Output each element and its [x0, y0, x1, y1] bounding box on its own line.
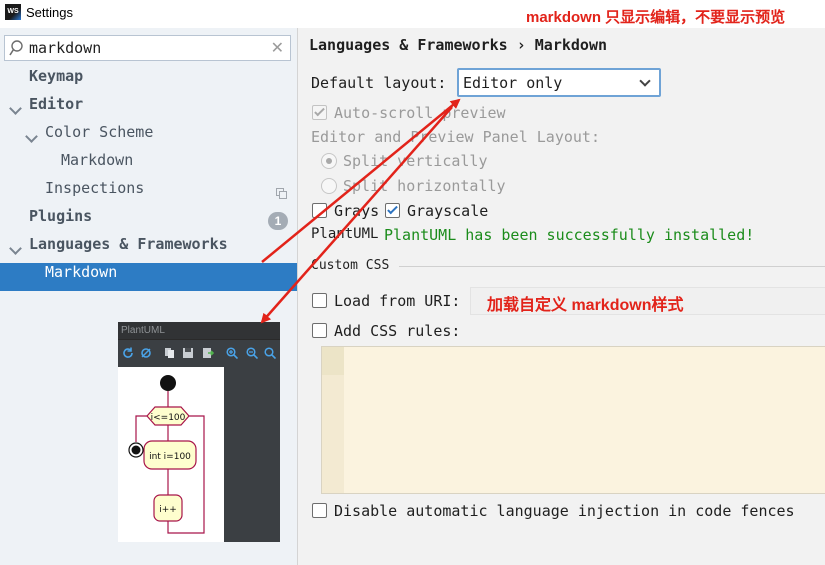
custom-css-heading: Custom CSS: [311, 258, 390, 273]
split-horizontally-label: Split horizontally: [343, 177, 506, 195]
css-rules-editor[interactable]: [321, 346, 825, 494]
sidebar-item-languages-frameworks[interactable]: Languages & Frameworks: [0, 235, 297, 263]
sidebar-item-color-scheme[interactable]: Color Scheme: [0, 123, 297, 151]
sidebar-item-editor[interactable]: Editor: [0, 95, 297, 123]
step-label: i++: [159, 505, 177, 515]
plantuml-label: PlantUML: [311, 226, 379, 242]
disable-injection-label: Disable automatic language injection in …: [334, 502, 795, 520]
preview-header: PlantUML: [118, 322, 280, 340]
clear-search-icon[interactable]: ✕: [271, 38, 284, 57]
markdown-settings-panel: Languages & Frameworks › Markdown Defaul…: [299, 28, 825, 565]
load-from-uri-label: Load from URI:: [334, 292, 461, 310]
decision-label: i<=100: [151, 413, 186, 423]
auto-scroll-label: Auto-scroll preview: [334, 104, 506, 122]
default-layout-value: Editor only: [463, 74, 563, 92]
auto-scroll-checkbox[interactable]: [312, 105, 327, 120]
plantuml-preview-panel: PlantUML i<=100 int i=100 i++: [118, 322, 280, 542]
copy-icon[interactable]: [164, 347, 176, 359]
split-vertically-label: Split vertically: [343, 152, 488, 170]
uri-annotation-note: 加载自定义 markdown样式: [487, 297, 684, 314]
sync-icon[interactable]: [140, 347, 152, 359]
preview-side-area: [224, 367, 280, 542]
plantuml-status: PlantUML has been successfully installed…: [384, 226, 755, 244]
default-layout-label: Default layout:: [311, 74, 447, 92]
plantuml-diagram: i<=100 int i=100 i++: [118, 367, 224, 542]
add-css-rules-checkbox[interactable]: [312, 323, 327, 338]
preview-toolbar: [118, 341, 280, 367]
grays-checkbox[interactable]: [312, 203, 327, 218]
sidebar-item-label: Keymap: [29, 67, 84, 85]
breadcrumb: Languages & Frameworks › Markdown: [309, 36, 608, 54]
split-horizontally-radio[interactable]: [321, 178, 337, 194]
radio-selected-dot: [326, 158, 332, 164]
disable-injection-checkbox[interactable]: [312, 503, 327, 518]
chevron-down-icon[interactable]: [25, 130, 38, 143]
annotation-note: markdown 只显示编辑，不要显示预览: [526, 9, 786, 26]
plugins-count-badge: 1: [268, 212, 288, 230]
save-icon[interactable]: [182, 347, 194, 359]
current-line-highlight: [322, 347, 344, 375]
sidebar-item-inspections[interactable]: Inspections: [0, 179, 297, 207]
default-layout-select[interactable]: Editor only: [457, 68, 661, 97]
chevron-down-icon[interactable]: [9, 242, 22, 255]
editor-gutter: [322, 347, 344, 493]
uri-input[interactable]: 加载自定义 markdown样式: [470, 287, 825, 315]
chevron-down-icon: [639, 75, 651, 87]
sidebar-item-keymap[interactable]: Keymap: [0, 67, 297, 95]
grayscale-label: Grayscale: [407, 202, 489, 220]
webstorm-logo-icon: WS: [5, 4, 21, 20]
sidebar-item-plugins[interactable]: Plugins 1: [0, 207, 297, 235]
section-divider: [399, 266, 825, 267]
search-box[interactable]: ✕: [4, 35, 291, 61]
sidebar-item-label: Languages & Frameworks: [29, 235, 228, 253]
sidebar-item-label: Markdown: [61, 151, 134, 169]
sidebar-item-label: Editor: [29, 95, 84, 113]
preview-title: PlantUML: [121, 325, 165, 336]
sidebar-item-label: Color Scheme: [45, 123, 154, 141]
checkmark-icon: [387, 203, 398, 215]
zoom-actual-icon[interactable]: [264, 347, 276, 359]
search-icon: [9, 40, 23, 56]
sidebar-item-label: Plugins: [29, 207, 93, 225]
step-label: int i=100: [149, 452, 191, 462]
search-input[interactable]: [29, 38, 259, 58]
window-title: Settings: [26, 5, 73, 20]
activity-diagram: i<=100 int i=100 i++: [128, 375, 205, 534]
split-vertically-radio[interactable]: [321, 153, 337, 169]
sidebar-item-label: Markdown: [45, 263, 118, 281]
checkmark-icon: [314, 105, 325, 117]
refresh-icon[interactable]: [122, 347, 134, 359]
load-from-uri-checkbox[interactable]: [312, 293, 327, 308]
sidebar-item-markdown[interactable]: Markdown: [0, 263, 297, 291]
add-css-rules-label: Add CSS rules:: [334, 322, 461, 340]
chevron-down-icon[interactable]: [9, 102, 22, 115]
zoom-in-icon[interactable]: [226, 347, 238, 359]
grayscale-checkbox[interactable]: [385, 203, 400, 218]
export-icon[interactable]: [202, 347, 214, 359]
panel-layout-label: Editor and Preview Panel Layout:: [311, 128, 600, 146]
zoom-out-icon[interactable]: [246, 347, 258, 359]
grays-label: Grays: [334, 202, 380, 220]
sidebar-item-label: Inspections: [45, 179, 145, 197]
title-bar: WS Settings markdown 只显示编辑，不要显示预览: [0, 0, 825, 28]
sidebar-item-color-scheme-markdown[interactable]: Markdown: [0, 151, 297, 179]
project-settings-icon: [276, 188, 287, 199]
